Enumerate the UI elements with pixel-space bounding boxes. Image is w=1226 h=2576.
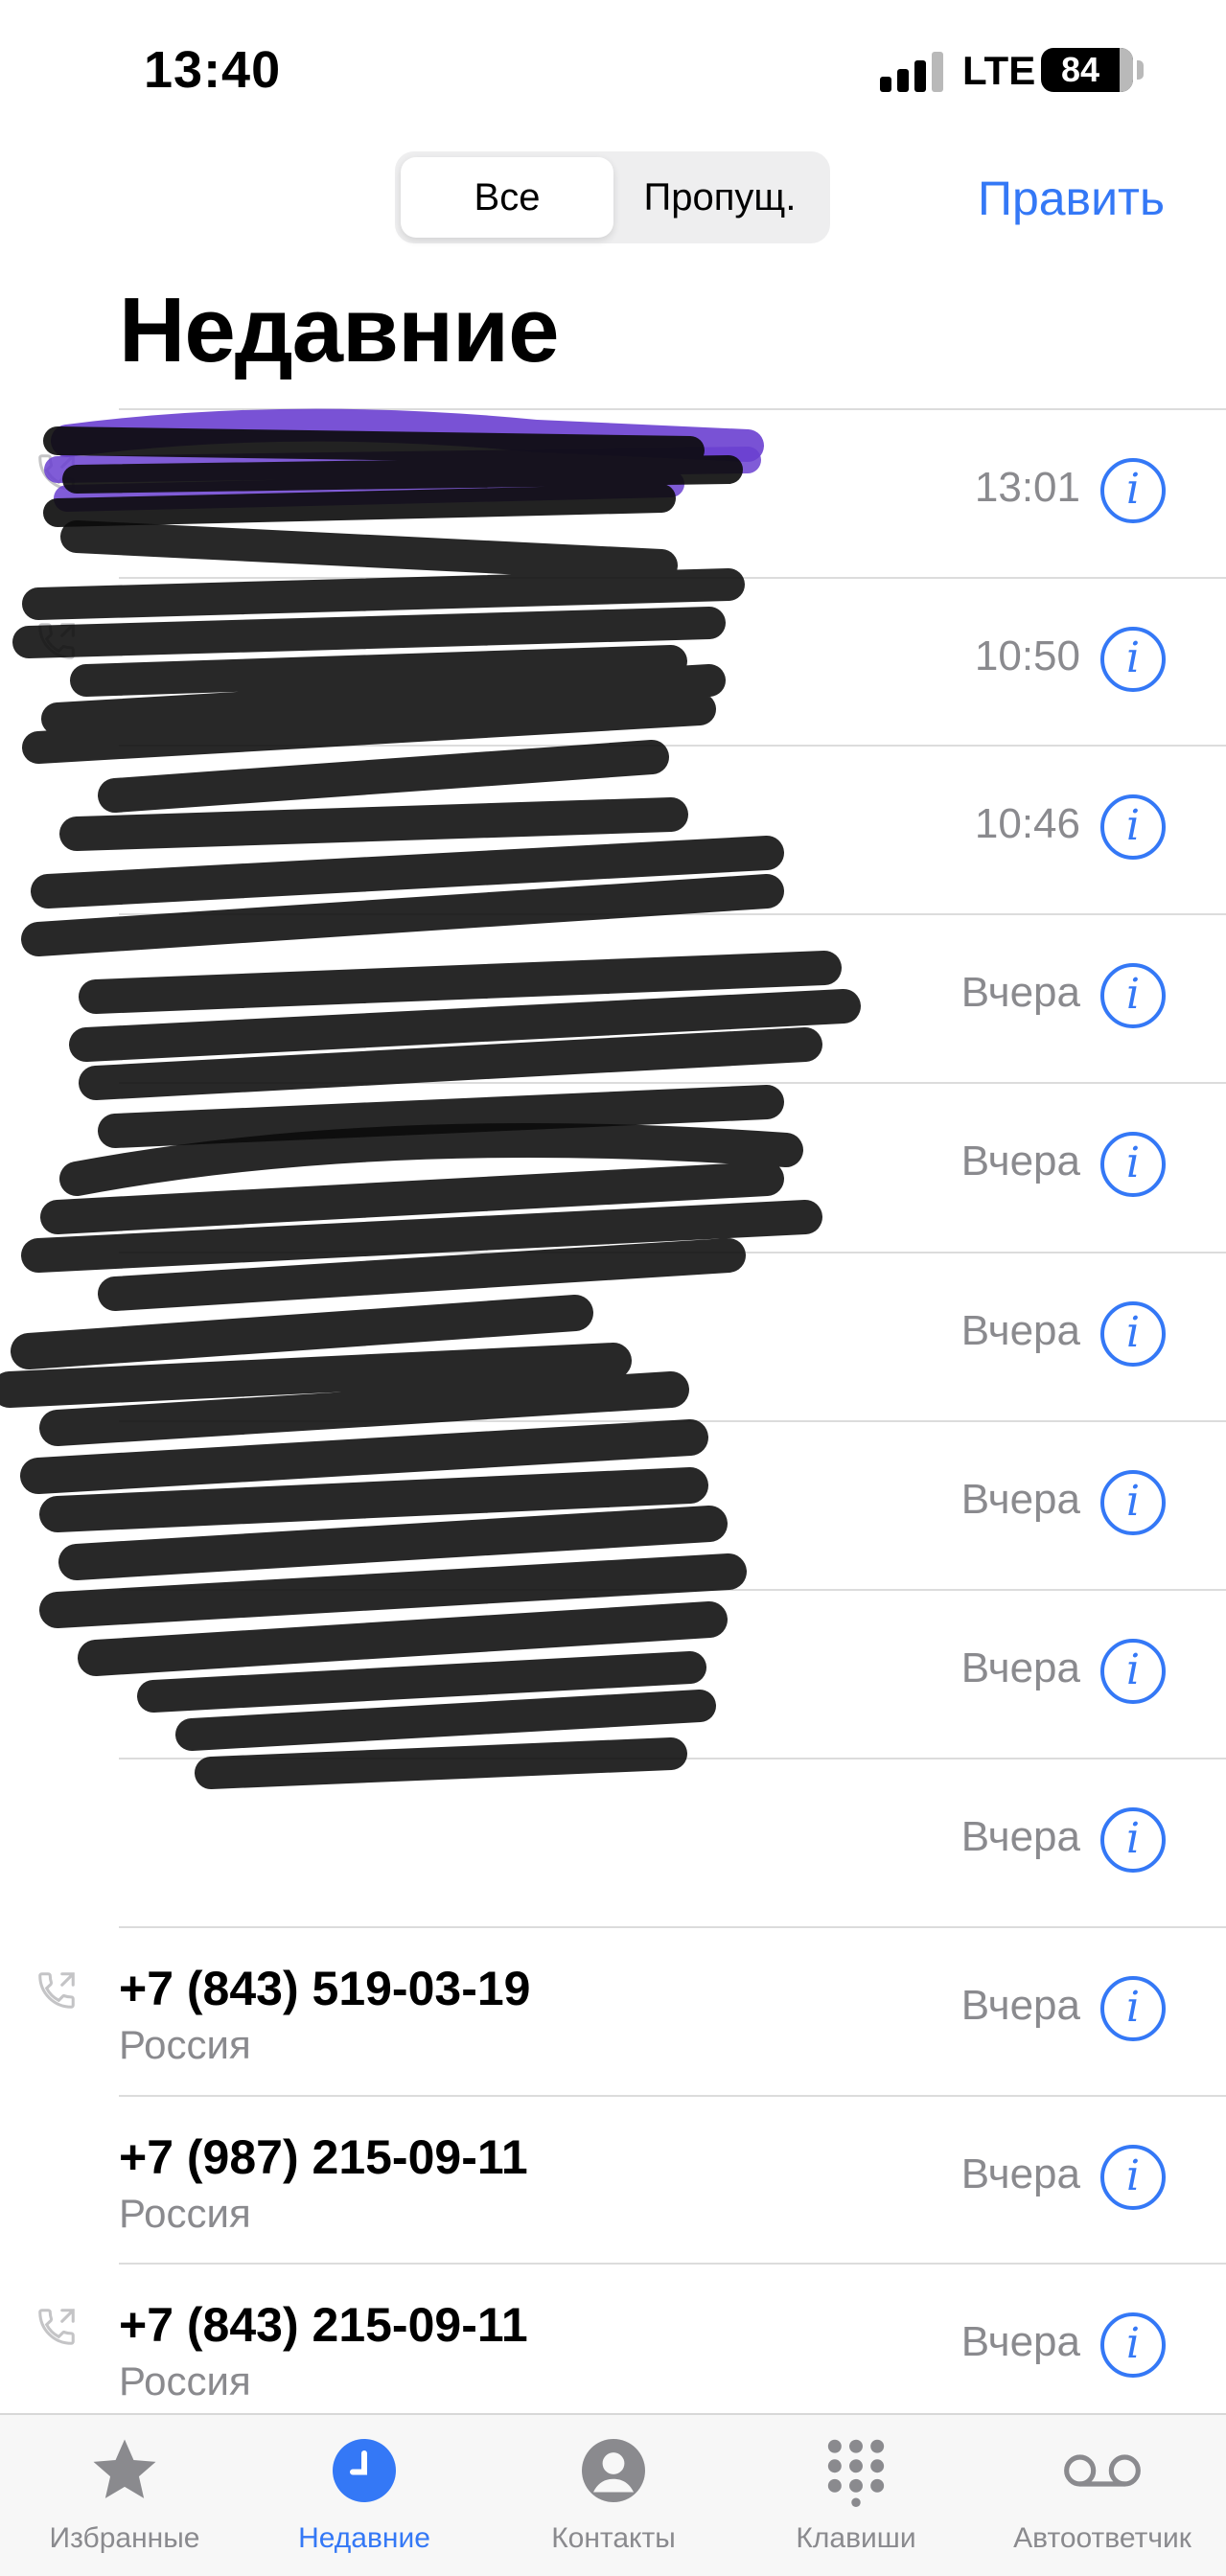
clock-icon <box>324 2430 405 2511</box>
call-row[interactable]: 10:50 i <box>0 577 1226 746</box>
row-divider <box>119 2263 1226 2265</box>
call-contact-name: +7 (987) 215-09-11 <box>119 2130 528 2184</box>
tab-keypad[interactable]: Клавиши <box>751 2415 961 2576</box>
call-row[interactable]: Вчера i <box>0 1082 1226 1251</box>
info-icon[interactable]: i <box>1100 1301 1166 1367</box>
call-time: Вчера <box>960 1982 1080 2029</box>
call-time: Вчера <box>960 1138 1080 1184</box>
network-type: LTE <box>962 48 1036 93</box>
call-row[interactable]: Вчера i <box>0 913 1226 1082</box>
call-time: Вчера <box>960 1476 1080 1523</box>
battery-level: 84 <box>1060 50 1100 89</box>
call-time: Вчера <box>960 1813 1080 1860</box>
edit-button[interactable]: Править <box>978 171 1165 226</box>
call-row[interactable]: +7 (843) 215-09-11 Россия Вчера i <box>0 2263 1226 2431</box>
call-subtitle: Россия <box>119 2358 251 2404</box>
call-subtitle: Россия <box>119 2191 251 2236</box>
call-row[interactable]: +7 (843) 519-03-19 Россия Вчера i <box>0 1926 1226 2095</box>
info-icon[interactable]: i <box>1100 2312 1166 2378</box>
call-time: Вчера <box>960 969 1080 1016</box>
info-icon[interactable]: i <box>1100 963 1166 1028</box>
outgoing-call-icon <box>35 619 79 663</box>
info-icon[interactable]: i <box>1100 794 1166 860</box>
row-divider <box>119 408 1226 410</box>
call-time: Вчера <box>960 2150 1080 2197</box>
call-time: Вчера <box>960 2318 1080 2365</box>
outgoing-call-icon <box>35 2305 79 2349</box>
call-time: 10:46 <box>974 800 1080 847</box>
outgoing-call-icon <box>35 1968 79 2012</box>
battery-icon: 84 <box>1041 48 1133 92</box>
call-time: Вчера <box>960 1644 1080 1691</box>
row-divider <box>119 913 1226 915</box>
row-divider <box>119 1926 1226 1928</box>
call-row[interactable]: Вчера i <box>0 1420 1226 1589</box>
call-row[interactable]: Вчера i <box>0 1758 1226 1926</box>
call-row[interactable]: +7 (987) 215-09-11 Россия Вчера i <box>0 2095 1226 2264</box>
row-divider <box>119 1252 1226 1254</box>
info-icon[interactable]: i <box>1100 1132 1166 1197</box>
voicemail-icon <box>1062 2430 1143 2511</box>
keypad-icon <box>816 2430 896 2511</box>
row-divider <box>119 1082 1226 1084</box>
call-contact-name: +7 (843) 519-03-19 <box>119 1962 531 2015</box>
tab-contacts[interactable]: Контакты <box>508 2415 719 2576</box>
info-icon[interactable]: i <box>1100 1639 1166 1704</box>
call-time: 10:50 <box>974 632 1080 679</box>
segment-all[interactable]: Все <box>401 157 613 238</box>
signal-icon <box>880 52 947 92</box>
info-icon[interactable]: i <box>1100 1807 1166 1873</box>
call-row[interactable]: Вчера i <box>0 1589 1226 1758</box>
star-icon <box>84 2430 165 2511</box>
row-divider <box>119 745 1226 747</box>
row-divider <box>119 1758 1226 1760</box>
segment-missed[interactable]: Пропущ. <box>615 157 824 238</box>
info-icon[interactable]: i <box>1100 458 1166 523</box>
tab-recents[interactable]: Недавние <box>259 2415 470 2576</box>
status-bar: 13:40 LTE 84 <box>0 0 1226 144</box>
recents-screen: 13:40 LTE 84 Все Пропущ. Править Недавни… <box>0 0 1226 2576</box>
call-contact-name: +7 (843) 215-09-11 <box>119 2298 528 2352</box>
info-icon[interactable]: i <box>1100 1976 1166 2041</box>
info-icon[interactable]: i <box>1100 2145 1166 2210</box>
status-time: 13:40 <box>144 41 282 99</box>
call-row[interactable]: 10:46 i <box>0 745 1226 913</box>
info-icon[interactable]: i <box>1100 627 1166 692</box>
outgoing-call-icon <box>35 450 79 494</box>
page-title: Недавние <box>119 279 559 381</box>
call-time: Вчера <box>960 1307 1080 1354</box>
row-divider <box>119 1420 1226 1422</box>
info-icon[interactable]: i <box>1100 1470 1166 1535</box>
row-divider <box>119 2095 1226 2097</box>
tab-favorites[interactable]: Избранные <box>19 2415 230 2576</box>
call-filter-segmented: Все Пропущ. <box>395 151 830 243</box>
call-subtitle: Россия <box>119 2022 251 2067</box>
person-icon <box>573 2430 654 2511</box>
row-divider <box>119 577 1226 579</box>
tab-bar: Избранные Недавние Контакты Клавиши Авто… <box>0 2413 1226 2576</box>
call-row[interactable]: 13:01 i <box>0 408 1226 577</box>
row-divider <box>119 1589 1226 1591</box>
tab-voicemail[interactable]: Автоответчик <box>983 2415 1222 2576</box>
call-time: 13:01 <box>974 464 1080 511</box>
call-row[interactable]: Вчера i <box>0 1252 1226 1420</box>
